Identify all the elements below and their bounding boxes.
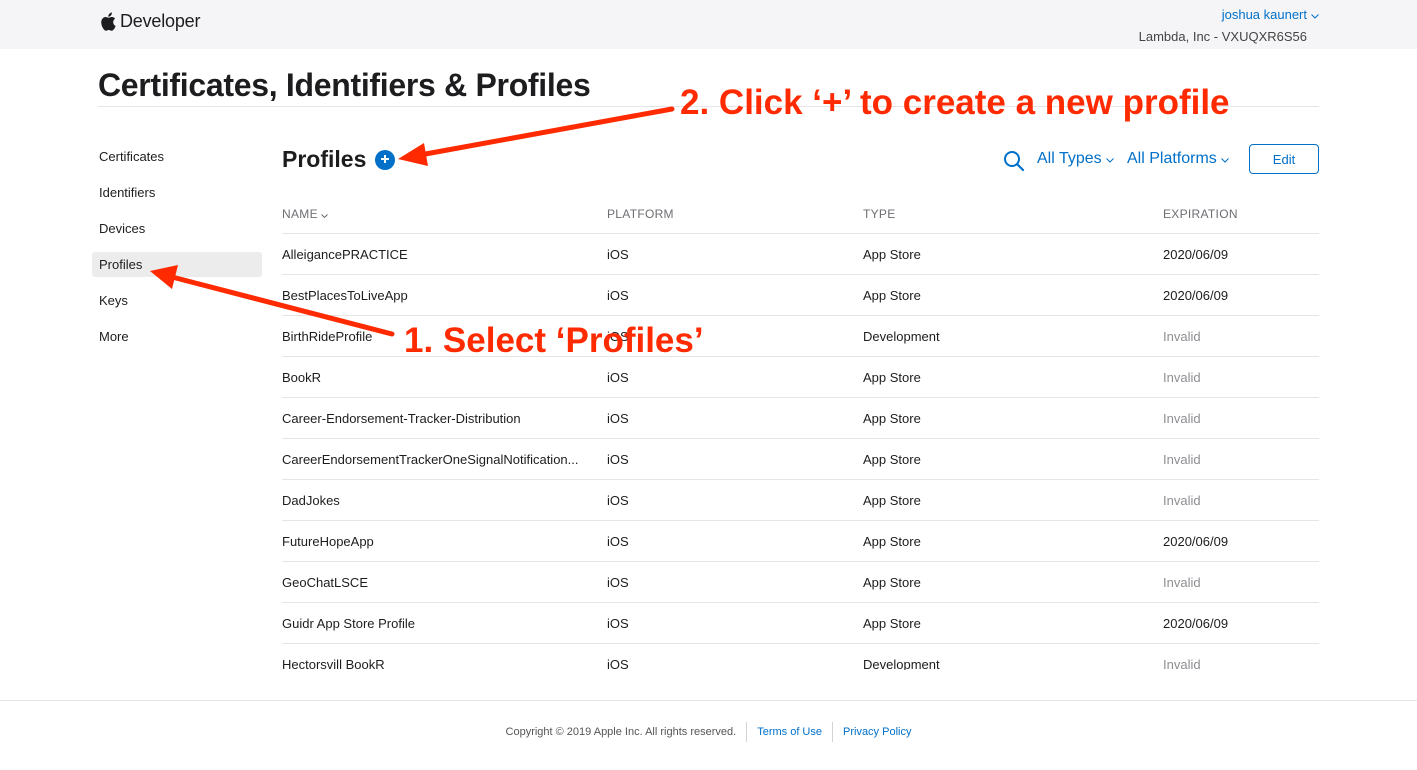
cell-type: App Store (863, 288, 921, 303)
cell-name: Guidr App Store Profile (282, 616, 415, 631)
table-row[interactable]: BestPlacesToLiveApp iOS App Store 2020/0… (282, 275, 1319, 316)
cell-expiration: Invalid (1163, 575, 1201, 590)
cell-platform: iOS (607, 452, 629, 467)
footer-divider (0, 700, 1417, 701)
developer-logo[interactable]: Developer (100, 11, 200, 32)
sidebar-item-more[interactable]: More (92, 324, 262, 349)
table-row[interactable]: GeoChatLSCE iOS App Store Invalid (282, 562, 1319, 603)
cell-type: App Store (863, 575, 921, 590)
cell-type: Development (863, 657, 940, 670)
annotation-step-2: 2. Click ‘+’ to create a new profile (680, 83, 1230, 122)
privacy-policy-link[interactable]: Privacy Policy (843, 726, 911, 738)
sidebar-item-keys[interactable]: Keys (92, 288, 262, 313)
sidebar: Certificates Identifiers Devices Profile… (92, 144, 262, 360)
cell-platform: iOS (607, 493, 629, 508)
account-menu: joshua kaunert Lambda, Inc - VXUQXR6S56 (1139, 6, 1319, 44)
account-team: Lambda, Inc - VXUQXR6S56 (1138, 29, 1307, 44)
chevron-down-icon (1311, 7, 1319, 22)
table-row[interactable]: CareerEndorsementTrackerOneSignalNotific… (282, 439, 1319, 480)
cell-expiration: Invalid (1163, 452, 1201, 467)
cell-name: GeoChatLSCE (282, 575, 368, 590)
footer: Copyright © 2019 Apple Inc. All rights r… (0, 722, 1417, 742)
column-header-name-label: NAME (282, 207, 318, 221)
column-header-platform[interactable]: PLATFORM (607, 207, 674, 221)
cell-platform: iOS (607, 288, 629, 303)
cell-name: FutureHopeApp (282, 534, 374, 549)
cell-expiration: 2020/06/09 (1163, 247, 1229, 262)
copyright-text: Copyright © 2019 Apple Inc. All rights r… (505, 726, 737, 738)
cell-type: App Store (863, 370, 921, 385)
add-profile-button[interactable] (375, 150, 395, 170)
column-header-expiration[interactable]: EXPIRATION (1163, 207, 1238, 221)
cell-name: BestPlacesToLiveApp (282, 288, 408, 303)
cell-name: BookR (282, 370, 322, 385)
table-row[interactable]: FutureHopeApp iOS App Store 2020/06/09 (282, 521, 1319, 562)
cell-name: DadJokes (282, 493, 340, 508)
table-row[interactable]: DadJokes iOS App Store Invalid (282, 480, 1319, 521)
filter-types-label: All Types (1037, 150, 1102, 167)
cell-type: App Store (863, 452, 921, 467)
cell-expiration: Invalid (1163, 411, 1201, 426)
cell-platform: iOS (607, 616, 629, 631)
cell-platform: iOS (607, 534, 629, 549)
account-name: joshua kaunert (1221, 7, 1307, 22)
sidebar-item-certificates[interactable]: Certificates (92, 144, 262, 169)
cell-platform: iOS (607, 370, 629, 385)
arrow-icon (398, 106, 675, 166)
cell-expiration: Invalid (1163, 493, 1201, 508)
cell-type: Development (863, 329, 940, 344)
footer-separator (746, 722, 748, 742)
column-header-name[interactable]: NAME (282, 207, 328, 221)
column-header-type[interactable]: TYPE (863, 207, 896, 221)
table-row[interactable]: AlleigancePRACTICE iOS App Store 2020/06… (282, 234, 1319, 275)
cell-expiration: 2020/06/09 (1163, 534, 1229, 549)
filter-types-dropdown[interactable]: All Types (1037, 150, 1114, 168)
cell-expiration: Invalid (1163, 370, 1201, 385)
top-bar: Developer joshua kaunert Lambda, Inc - V… (0, 0, 1417, 49)
terms-of-use-link[interactable]: Terms of Use (757, 726, 822, 738)
cell-name: CareerEndorsementTrackerOneSignalNotific… (282, 452, 579, 467)
cell-name: AlleigancePRACTICE (282, 247, 408, 262)
cell-expiration: 2020/06/09 (1163, 616, 1229, 631)
filter-platforms-label: All Platforms (1127, 150, 1217, 167)
logo-text: Developer (120, 11, 201, 31)
cell-platform: iOS (607, 657, 629, 670)
cell-name: Career-Endorsement-Tracker-Distribution (282, 411, 521, 426)
sidebar-item-identifiers[interactable]: Identifiers (92, 180, 262, 205)
sidebar-item-profiles[interactable]: Profiles (92, 252, 262, 277)
annotation-step-1: 1. Select ‘Profiles’ (404, 321, 704, 360)
cell-type: App Store (863, 616, 921, 631)
cell-type: App Store (863, 247, 921, 262)
footer-separator (832, 722, 833, 742)
cell-type: App Store (863, 493, 921, 508)
cell-platform: iOS (607, 247, 629, 262)
cell-type: App Store (863, 411, 921, 426)
chevron-down-icon (1220, 150, 1229, 168)
search-icon (1003, 151, 1025, 176)
edit-button[interactable]: Edit (1249, 144, 1319, 174)
table-row[interactable]: Guidr App Store Profile iOS App Store 20… (282, 603, 1319, 644)
cell-expiration: Invalid (1163, 657, 1201, 670)
cell-name: Hectorsvill BookR (282, 657, 385, 670)
account-name-button[interactable]: joshua kaunert (1222, 7, 1319, 22)
profiles-table: NAME PLATFORM TYPE EXPIRATION Alleigance… (282, 193, 1319, 670)
filter-platforms-dropdown[interactable]: All Platforms (1127, 150, 1229, 168)
sidebar-item-devices[interactable]: Devices (92, 216, 262, 241)
chevron-down-icon (321, 207, 328, 221)
page-title: Certificates, Identifiers & Profiles (98, 67, 591, 103)
table-header: NAME PLATFORM TYPE EXPIRATION (282, 193, 1319, 234)
plus-icon (380, 151, 390, 169)
section-title: Profiles (282, 146, 367, 172)
cell-platform: iOS (607, 575, 629, 590)
table-row[interactable]: Hectorsvill BookR iOS Development Invali… (282, 644, 1319, 670)
table-row[interactable]: BookR iOS App Store Invalid (282, 357, 1319, 398)
search-button[interactable] (1003, 150, 1025, 177)
cell-platform: iOS (607, 411, 629, 426)
chevron-down-icon (1105, 150, 1114, 168)
cell-expiration: 2020/06/09 (1163, 288, 1229, 303)
apple-logo-icon (100, 12, 116, 31)
cell-expiration: Invalid (1163, 329, 1201, 344)
table-row[interactable]: Career-Endorsement-Tracker-Distribution … (282, 398, 1319, 439)
cell-type: App Store (863, 534, 921, 549)
